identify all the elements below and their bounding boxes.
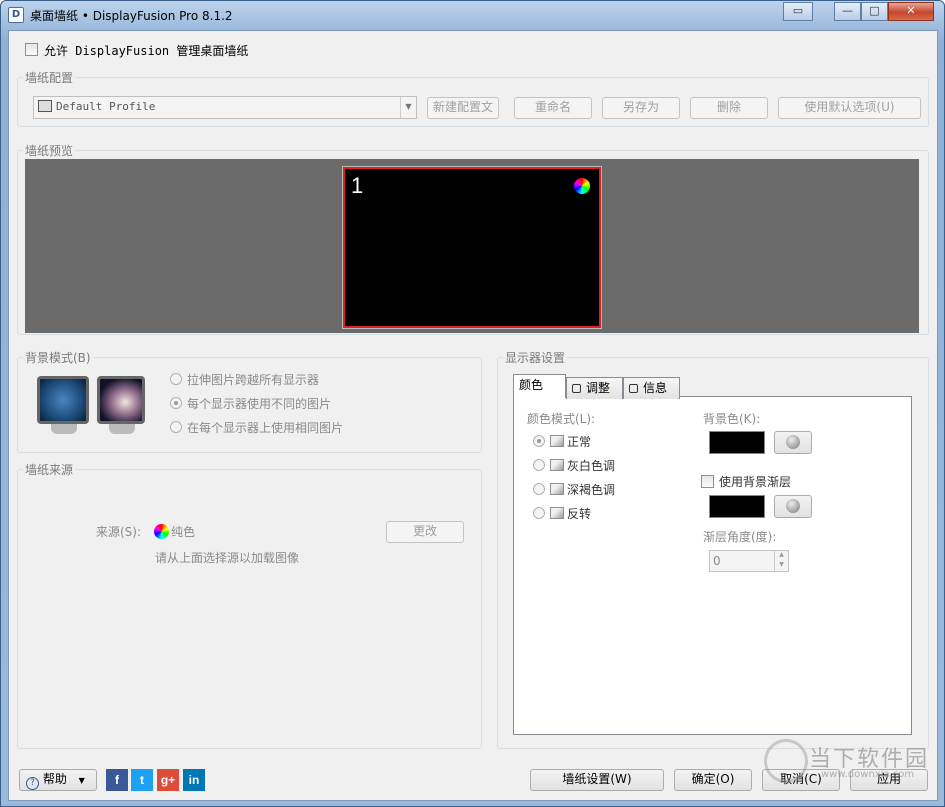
color-wheel-icon: [154, 524, 169, 539]
mode-radio-different[interactable]: [170, 397, 182, 409]
close-icon: ✕: [906, 4, 916, 17]
help-button[interactable]: ? 帮助 ▼: [19, 769, 97, 791]
watermark-url: www.downxia.com: [821, 769, 915, 780]
source-group-title: 墙纸来源: [23, 461, 76, 478]
delete-profile-button[interactable]: 删除: [690, 97, 768, 119]
color-mode-radio-gray[interactable]: [533, 459, 545, 471]
tab-info[interactable]: 信息: [623, 377, 680, 399]
client-area: 允许 DisplayFusion 管理桌面墙纸 墙纸配置 Default Pro…: [8, 30, 938, 801]
twitter-icon[interactable]: t: [131, 769, 153, 791]
mode-radio-same[interactable]: [170, 421, 182, 433]
gradient-angle-value: 0: [713, 554, 721, 568]
monitor-icon: ▭: [792, 4, 804, 17]
monitor-stand-icon: [51, 424, 77, 434]
gradient-angle-label: 渐层角度(度):: [703, 530, 777, 544]
monitor-galaxy-icon: [97, 376, 145, 424]
wallpaper-preview: 1: [25, 159, 919, 333]
wallpaper-settings-button[interactable]: 墙纸设置(W): [530, 769, 664, 791]
linkedin-icon[interactable]: in: [183, 769, 205, 791]
monitor-stand-icon: [109, 424, 135, 434]
tab-color[interactable]: 颜色: [513, 374, 566, 398]
help-label: 帮助: [42, 772, 67, 786]
use-default-button[interactable]: 使用默认选项(U): [778, 97, 921, 119]
color-wheel-icon: [574, 178, 590, 194]
background-mode-title: 背景模式(B): [23, 349, 93, 366]
source-label: 来源(S):: [96, 525, 142, 539]
google-plus-icon[interactable]: g+: [157, 769, 179, 791]
tab-adjust-label: 调整: [586, 381, 611, 395]
tab-checkbox-icon: [572, 384, 581, 393]
profile-group-title: 墙纸配置: [23, 69, 76, 86]
tab-adjust[interactable]: 调整: [566, 377, 623, 399]
facebook-icon[interactable]: f: [106, 769, 128, 791]
mode-label-same: 在每个显示器上使用相同图片: [187, 421, 344, 435]
monitor-earth-icon: [37, 376, 89, 424]
bg-color-swatch[interactable]: [709, 431, 765, 454]
monitor-settings-title: 显示器设置: [503, 349, 568, 366]
color-mode-gray: 灰白色调: [567, 459, 616, 473]
minimize-button[interactable]: —: [834, 2, 861, 21]
use-gradient-label: 使用背景渐层: [719, 475, 792, 489]
mode-radio-span[interactable]: [170, 373, 182, 385]
spinner-up-icon[interactable]: ▲: [774, 551, 788, 561]
color-mode-radio-sepia[interactable]: [533, 483, 545, 495]
use-gradient-checkbox[interactable]: [701, 475, 714, 488]
source-value: 纯色: [171, 525, 196, 539]
minimize-icon: —: [842, 4, 853, 17]
mode-label-different: 每个显示器使用不同的图片: [187, 397, 332, 411]
color-mode-radio-invert[interactable]: [533, 507, 545, 519]
monitor-preview-1[interactable]: 1: [343, 167, 601, 328]
source-hint: 请从上面选择源以加载图像: [155, 551, 300, 565]
color-mode-sepia: 深褐色调: [567, 483, 616, 497]
image-icon: [550, 483, 564, 495]
tab-checkbox-icon: [629, 384, 638, 393]
chevron-down-icon: ▼: [78, 776, 85, 785]
allow-manage-label: 允许 DisplayFusion 管理桌面墙纸: [44, 44, 249, 58]
gradient-color-picker-button[interactable]: [774, 495, 812, 518]
tab-info-label: 信息: [643, 381, 668, 395]
maximize-icon: □: [869, 4, 880, 17]
color-mode-invert: 反转: [567, 507, 592, 521]
color-mode-label: 颜色模式(L):: [527, 412, 596, 426]
bg-color-label: 背景色(K):: [703, 412, 761, 426]
rename-profile-button[interactable]: 重命名: [514, 97, 592, 119]
profile-selected: Default Profile: [56, 100, 156, 113]
window-title: 桌面墙纸 • DisplayFusion Pro 8.1.2: [30, 9, 233, 23]
new-profile-button[interactable]: 新建配置文: [427, 97, 499, 119]
title-bar[interactable]: D 桌面墙纸 • DisplayFusion Pro 8.1.2 ▭ — □ ✕: [1, 1, 944, 29]
spinner-down-icon[interactable]: ▼: [774, 561, 788, 571]
color-mode-radio-normal[interactable]: [533, 435, 545, 447]
displayfusion-menu-button[interactable]: ▭: [783, 2, 813, 21]
mode-label-span: 拉伸图片跨越所有显示器: [187, 373, 320, 387]
image-icon: [550, 507, 564, 519]
preview-group-title: 墙纸预览: [23, 142, 76, 159]
tab-color-label: 颜色: [519, 378, 544, 392]
color-mode-normal: 正常: [567, 435, 592, 449]
gradient-color-swatch[interactable]: [709, 495, 765, 518]
close-button[interactable]: ✕: [888, 2, 934, 21]
change-source-button[interactable]: 更改: [386, 521, 464, 543]
monitor-number: 1: [351, 173, 364, 198]
ok-button[interactable]: 确定(O): [674, 769, 752, 791]
help-icon: ?: [26, 777, 39, 790]
gradient-angle-spinner[interactable]: 0 ▲ ▼: [709, 550, 789, 572]
color-picker-icon: [786, 435, 800, 449]
maximize-button[interactable]: □: [861, 2, 888, 21]
profile-dropdown[interactable]: Default Profile ▼: [33, 96, 417, 119]
source-group: [17, 469, 482, 749]
save-as-profile-button[interactable]: 另存为: [602, 97, 680, 119]
bg-color-picker-button[interactable]: [774, 431, 812, 454]
color-picker-icon: [786, 499, 800, 513]
main-window: D 桌面墙纸 • DisplayFusion Pro 8.1.2 ▭ — □ ✕…: [0, 0, 945, 807]
app-icon: D: [8, 7, 24, 23]
allow-manage-checkbox[interactable]: [25, 43, 38, 56]
chevron-down-icon[interactable]: ▼: [400, 97, 416, 118]
watermark-logo-icon: [764, 739, 808, 783]
monitor-icon: [38, 100, 52, 112]
image-icon: [550, 459, 564, 471]
image-icon: [550, 435, 564, 447]
